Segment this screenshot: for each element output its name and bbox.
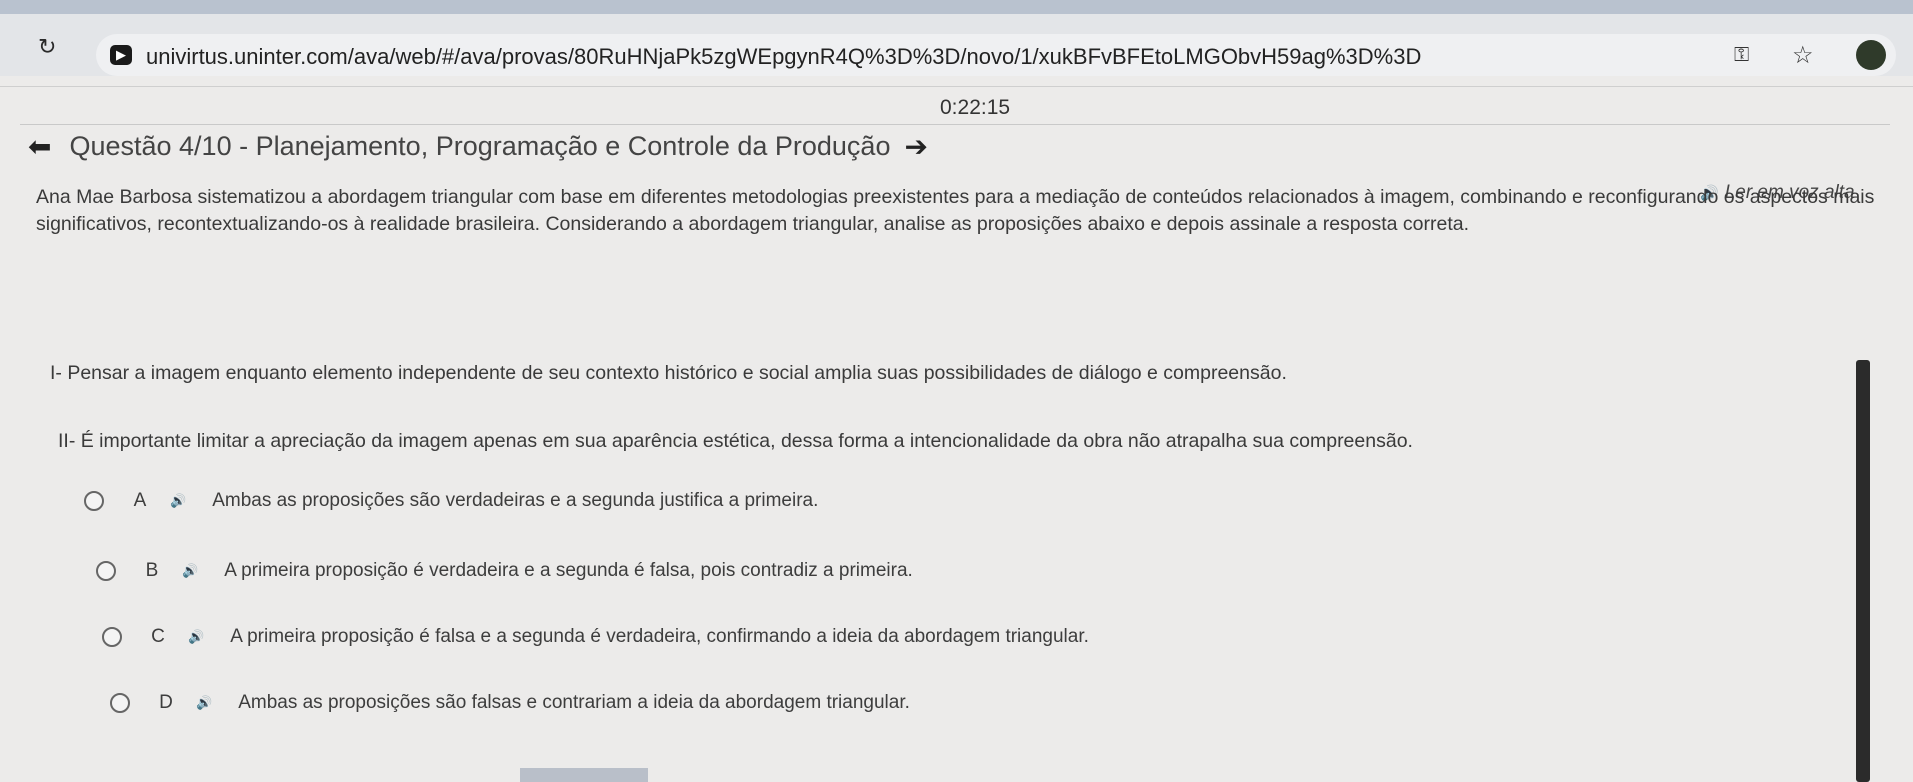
proposition-2: II- É importante limitar a apreciação da… [58,430,1413,452]
speaker-icon[interactable]: 🔊 [196,695,212,711]
radio-button[interactable] [110,693,130,713]
timer: 0:22:15 [940,96,1011,119]
option-letter: A [133,490,147,511]
bottom-button[interactable] [520,768,648,782]
site-icon: ▶ [110,45,132,65]
question-statement: Ana Mae Barbosa sistematizou a abordagem… [36,186,1875,235]
speaker-icon[interactable]: 🔊 [188,629,204,645]
url-text[interactable]: univirtus.uninter.com/ava/web/#/ava/prov… [146,44,1421,70]
question-title: Questão 4/10 - Planejamento, Programação… [69,130,891,161]
proposition-1: I- Pensar a imagem enquanto elemento ind… [50,362,1287,384]
option-c[interactable]: C 🔊 A primeira proposição é falsa e a se… [102,626,1089,648]
option-text: Ambas as proposições são verdadeiras e a… [212,490,819,511]
option-letter: C [151,626,165,647]
arrow-right-icon[interactable]: ➔ [904,130,927,163]
reload-icon[interactable]: ↻ [38,36,60,58]
question-header: ⬅ Questão 4/10 - Planejamento, Programaç… [28,126,928,166]
radio-button[interactable] [102,627,122,647]
option-text: A primeira proposição é falsa e a segund… [230,626,1089,647]
browser-toolbar: ↻ ▶ univirtus.uninter.com/ava/web/#/ava/… [0,14,1913,76]
divider [0,86,1913,87]
option-b[interactable]: B 🔊 A primeira proposição é verdadeira e… [96,560,913,582]
avatar[interactable] [1856,40,1886,70]
speaker-icon[interactable]: 🔊 [182,563,198,579]
radio-button[interactable] [96,561,116,581]
star-icon[interactable]: ☆ [1792,41,1814,70]
option-a[interactable]: A 🔊 Ambas as proposições são verdadeiras… [84,490,818,512]
option-d[interactable]: D 🔊 Ambas as proposições são falsas e co… [110,692,910,714]
option-text: Ambas as proposições são falsas e contra… [238,692,910,713]
key-icon[interactable]: ⚿ [1734,44,1749,67]
divider [20,124,1890,125]
option-letter: B [145,560,159,581]
scrollbar[interactable] [1856,360,1870,782]
speaker-icon[interactable]: 🔊 [170,493,186,509]
option-text: A primeira proposição é verdadeira e a s… [224,560,913,581]
radio-button[interactable] [84,491,104,511]
address-bar[interactable]: ▶ univirtus.uninter.com/ava/web/#/ava/pr… [96,34,1896,76]
option-letter: D [159,692,173,713]
arrow-left-icon[interactable]: ⬅ [28,130,51,163]
